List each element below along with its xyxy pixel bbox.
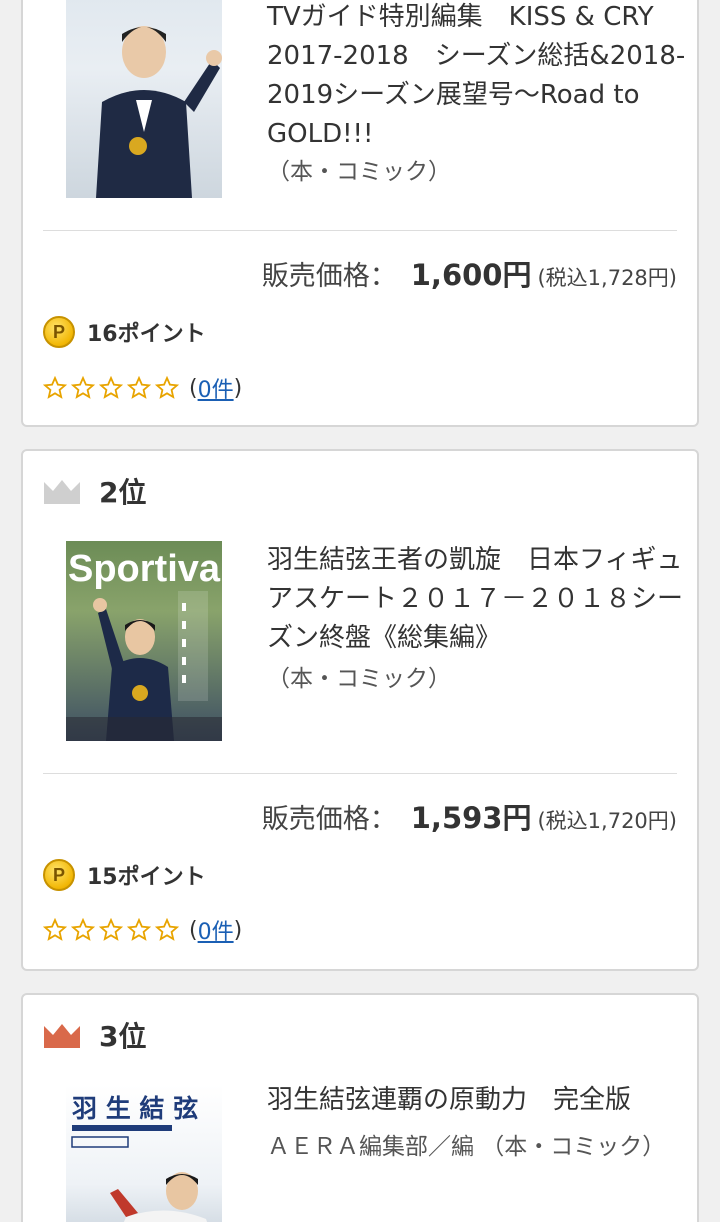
cover-photo-illustration: 羽 生 結 弦 [71,1094,208,1222]
rating-stars [43,376,183,400]
product-author: （本・コミック） [267,666,451,692]
points-text: 15ポイント [87,865,206,890]
rank-label: 3位 [99,1020,147,1053]
points-row: P 15ポイント [43,859,206,891]
ranking-card-3: 3位 羽 生 結 弦 羽生結弦連覇の原動力 完全版 ＡＥＲＡ編集部／編 （本・コ… [21,993,699,1222]
cover-title-text: Sportiva [68,548,221,590]
ranking-card-2: 2位 Sportiva 羽生結弦王者の凱旋 日本フィギュアスケート２０１７－２０… [21,449,699,971]
cover-photo-illustration [96,26,222,198]
star-outline-icon [43,376,67,399]
product-title-link[interactable]: TVガイド特別編集 KISS & CRY 2017-2018 シーズン総括&20… [267,0,687,154]
rank-label: 2位 [99,476,147,509]
price-row: 販売価格： 1,593円 (税込1,720円) [262,795,677,837]
crown-bronze-icon [44,1024,80,1048]
price-tax-included: (税込1,728円) [537,266,677,290]
points-text: 16ポイント [87,322,206,347]
review-count-link[interactable]: 0件 [198,914,234,946]
review-close-paren: ) [233,917,243,943]
product-cover-image[interactable] [66,0,222,198]
price-row: 販売価格： 1,600円 (税込1,728円) [262,252,677,294]
price-value: 1,593円 [410,801,532,835]
point-coin-icon: P [43,316,75,348]
rating-row: (0件) [43,372,242,404]
star-outline-icon [127,376,151,399]
star-outline-icon [71,376,95,399]
price-tax-included: (税込1,720円) [537,809,677,833]
price-label: 販売価格： [261,804,397,835]
divider [43,773,677,774]
star-outline-icon [127,918,151,941]
rank-badge: 3位 [43,1017,146,1053]
product-title-link[interactable]: 羽生結弦連覇の原動力 完全版 [267,1081,687,1120]
product-cover-image[interactable]: 羽 生 結 弦 [66,1085,222,1222]
rating-row: (0件) [43,914,242,946]
ranking-card-1: TVガイド特別編集 KISS & CRY 2017-2018 シーズン総括&20… [21,0,699,427]
star-outline-icon [99,376,123,399]
product-cover-image[interactable]: Sportiva [66,541,222,741]
star-outline-icon [43,918,67,941]
cover-title-text: 羽 生 結 弦 [72,1094,198,1123]
crown-silver-icon [44,480,80,504]
price-label: 販売価格： [261,261,397,292]
product-author: （本・コミック） [267,159,451,185]
star-outline-icon [155,376,179,399]
points-row: P 16ポイント [43,316,206,348]
point-coin-icon: P [43,859,75,891]
review-close-paren: ) [233,375,243,401]
rating-stars [43,918,183,942]
review-open-paren: ( [189,375,198,401]
review-open-paren: ( [189,917,198,943]
star-outline-icon [71,918,95,941]
star-outline-icon [99,918,123,941]
rank-badge: 2位 [43,473,146,509]
product-title-link[interactable]: 羽生結弦王者の凱旋 日本フィギュアスケート２０１７－２０１８シーズン終盤《総集編… [267,541,687,658]
review-count-link[interactable]: 0件 [198,372,234,404]
star-outline-icon [155,918,179,941]
product-author: ＡＥＲＡ編集部／編 （本・コミック） [267,1134,666,1160]
cover-photo-illustration: Sportiva [66,548,222,741]
price-value: 1,600円 [410,258,532,292]
divider [43,230,677,231]
